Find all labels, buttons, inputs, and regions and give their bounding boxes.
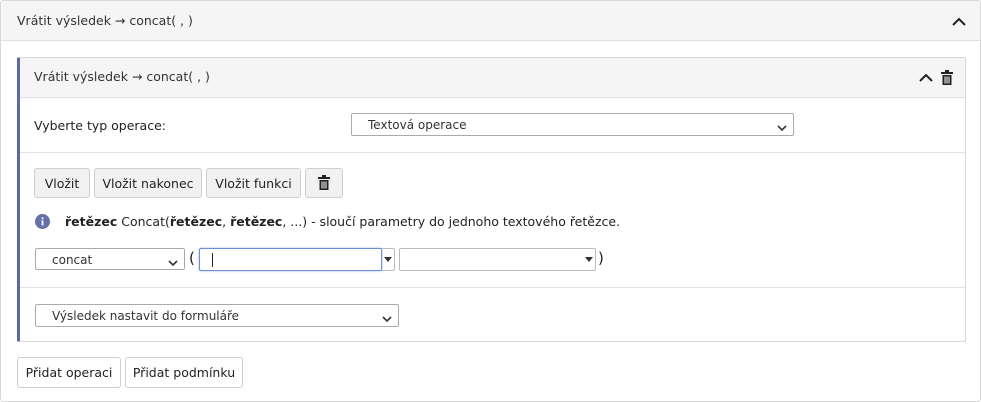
result-target-select[interactable]: Výsledek nastavit do formuláře: [35, 304, 399, 327]
function-select[interactable]: concat: [35, 248, 185, 270]
insert-function-button[interactable]: Vložit funkci: [206, 168, 301, 198]
argument-2-input[interactable]: [400, 249, 580, 270]
insert-button[interactable]: Vložit: [34, 168, 90, 198]
param-type: řetězec: [169, 214, 223, 229]
outer-panel: Vrátit výsledek → concat( , ) Vrátit výs…: [0, 0, 981, 402]
param-separator: ,: [222, 214, 231, 229]
return-type: řetězec: [65, 214, 118, 229]
add-condition-button[interactable]: Přidat podmínku: [125, 357, 243, 388]
operation-type-label: Vyberte typ operace:: [34, 118, 166, 133]
function-value: concat: [52, 253, 93, 267]
operation-panel: Vrátit výsledek → concat( , ) Vyberte ty…: [17, 57, 966, 342]
chevron-down-icon: [777, 121, 787, 135]
insert-end-button[interactable]: Vložit nakonec: [94, 168, 202, 198]
argument-2-combobox[interactable]: [399, 248, 596, 271]
delete-button[interactable]: [305, 168, 343, 198]
result-target-row: Výsledek nastavit do formuláře: [20, 288, 965, 343]
result-target-value: Výsledek nastavit do formuláře: [52, 309, 240, 323]
trash-icon: [318, 175, 330, 193]
function-signature: Concat(: [121, 214, 170, 229]
close-paren: ): [598, 249, 604, 267]
dropdown-arrow-icon[interactable]: [582, 249, 596, 270]
chevron-up-icon[interactable]: [919, 73, 935, 85]
dropdown-arrow-icon[interactable]: [381, 249, 395, 270]
operation-panel-header[interactable]: Vrátit výsledek → concat( , ): [20, 58, 965, 98]
outer-panel-title: Vrátit výsledek → concat( , ): [17, 13, 193, 28]
param-rest: , ...): [282, 214, 308, 229]
operation-panel-title: Vrátit výsledek → concat( , ): [34, 69, 210, 84]
operation-type-select[interactable]: Textová operace: [351, 113, 794, 136]
info-icon: [35, 214, 50, 229]
trash-icon[interactable]: [941, 70, 953, 89]
expression-row: Vložit Vložit nakonec Vložit funkci řetě…: [20, 153, 965, 288]
text-caret: [212, 253, 213, 267]
argument-1-combobox[interactable]: [199, 248, 395, 271]
chevron-up-icon[interactable]: [952, 17, 968, 29]
argument-1-input[interactable]: [200, 249, 380, 270]
operation-type-row: Vyberte typ operace: Textová operace: [20, 98, 965, 153]
chevron-down-icon: [168, 256, 178, 270]
param-type: řetězec: [230, 214, 283, 229]
outer-panel-header[interactable]: Vrátit výsledek → concat( , ): [1, 1, 980, 41]
description-text: - sloučí parametry do jednoho textového …: [307, 214, 621, 229]
operation-type-value: Textová operace: [368, 118, 467, 132]
open-paren: (: [189, 249, 195, 267]
function-description: řetězec Concat(řetězec, řetězec, ...) - …: [65, 214, 620, 229]
chevron-down-icon: [382, 312, 392, 326]
add-operation-button[interactable]: Přidat operaci: [17, 357, 121, 388]
